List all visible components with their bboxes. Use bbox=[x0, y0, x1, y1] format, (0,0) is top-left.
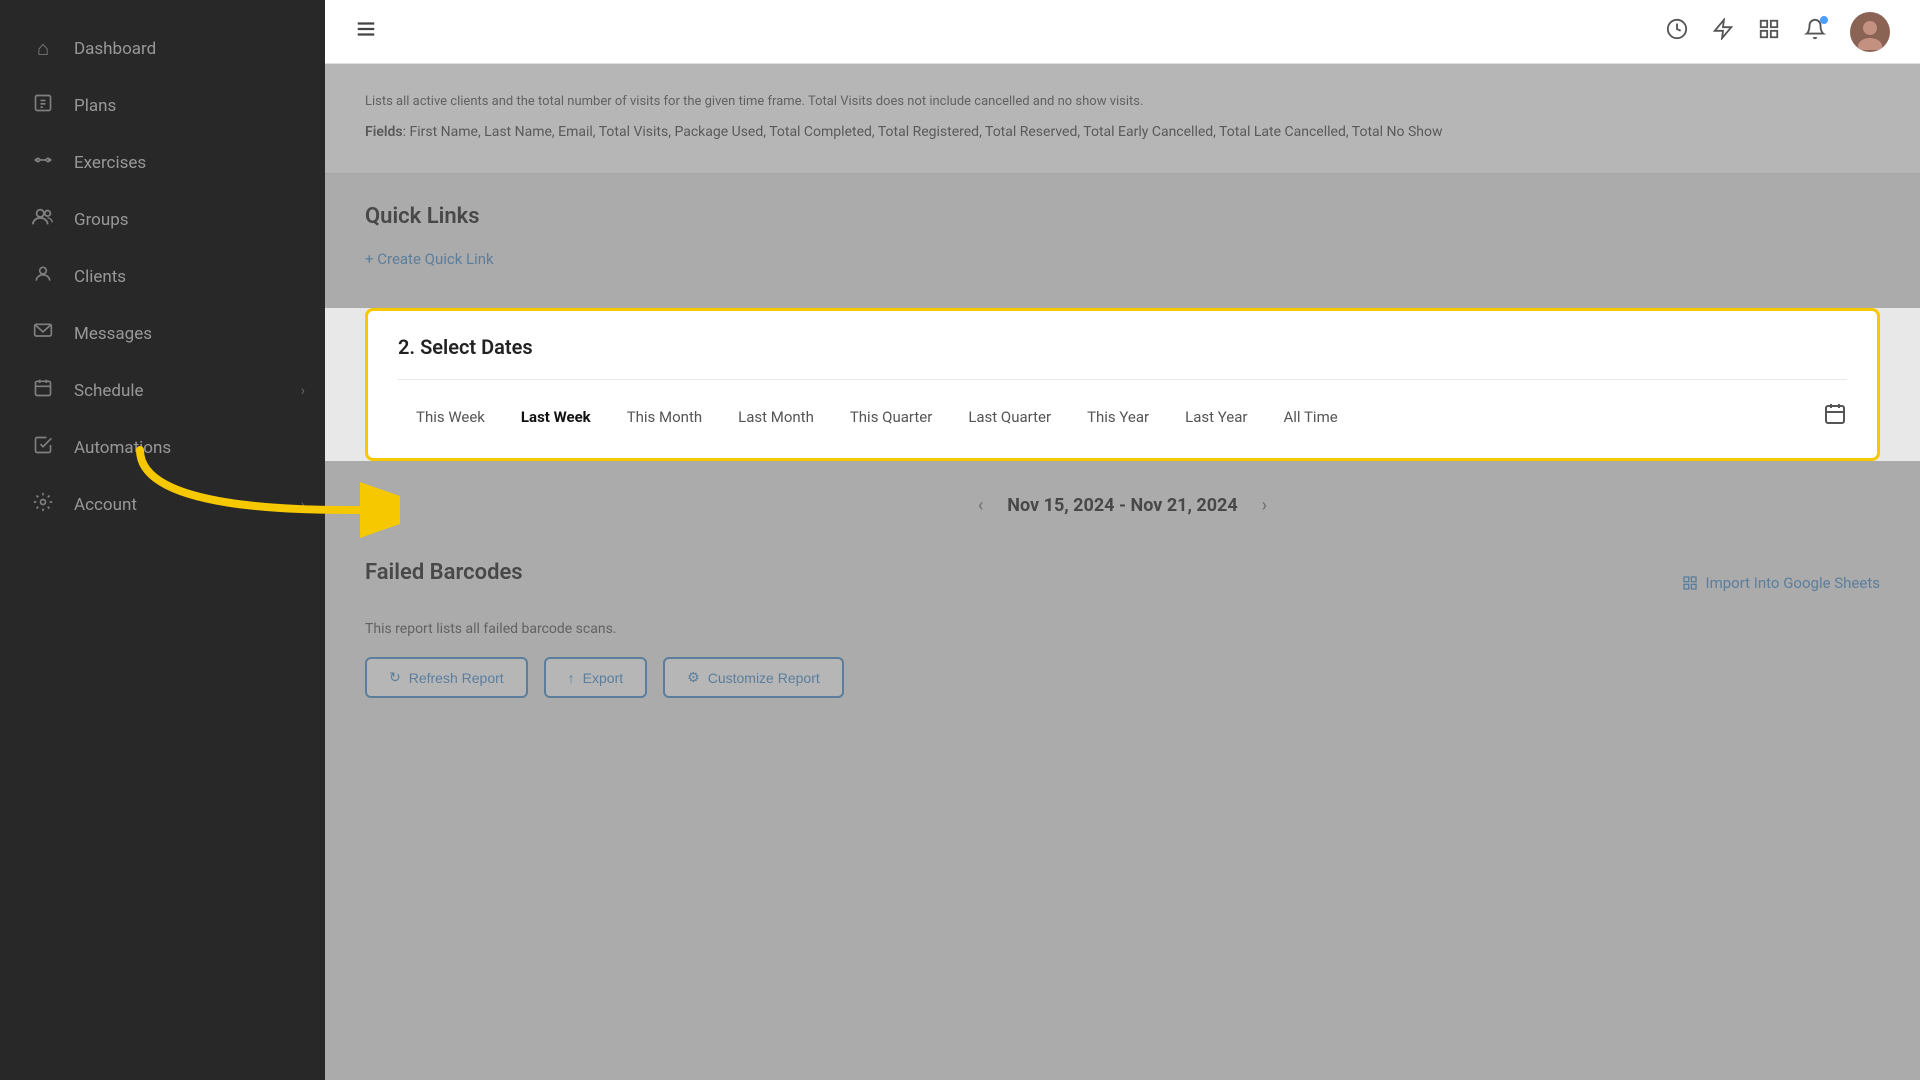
calendar-icon[interactable] bbox=[1823, 402, 1847, 432]
sidebar-item-messages[interactable]: Messages bbox=[0, 305, 325, 362]
sidebar-label-dashboard: Dashboard bbox=[74, 39, 156, 59]
date-option-all-time[interactable]: All Time bbox=[1265, 400, 1355, 434]
plans-icon bbox=[30, 93, 56, 118]
topbar bbox=[325, 0, 1920, 64]
sidebar-label-groups: Groups bbox=[74, 210, 129, 230]
date-option-last-year[interactable]: Last Year bbox=[1167, 400, 1265, 434]
exercises-icon bbox=[30, 150, 56, 175]
refresh-report-button[interactable]: ↻ Refresh Report bbox=[365, 657, 528, 698]
import-google-sheets-button[interactable]: Import Into Google Sheets bbox=[1682, 574, 1881, 592]
sidebar-label-automations: Automations bbox=[74, 438, 171, 458]
quick-links-section: Quick Links + Create Quick Link bbox=[325, 174, 1920, 288]
export-button[interactable]: ↑ Export bbox=[544, 657, 647, 698]
sidebar-label-clients: Clients bbox=[74, 267, 126, 287]
date-divider bbox=[398, 379, 1847, 380]
home-icon: ⌂ bbox=[30, 36, 56, 61]
history-icon[interactable] bbox=[1666, 18, 1688, 45]
fields-section: Lists all active clients and the total n… bbox=[325, 64, 1920, 174]
sidebar-item-exercises[interactable]: Exercises bbox=[0, 134, 325, 191]
sidebar-item-groups[interactable]: Groups bbox=[0, 191, 325, 248]
lightning-icon[interactable] bbox=[1712, 18, 1734, 45]
account-icon bbox=[30, 492, 56, 517]
failed-barcodes-section: Failed Barcodes Import Into Google Sheet… bbox=[325, 530, 1920, 728]
refresh-icon: ↻ bbox=[389, 669, 401, 686]
sidebar: ⌂ Dashboard Plans Exercises Groups Clien… bbox=[0, 0, 325, 1080]
customize-report-button[interactable]: ⚙ Customize Report bbox=[663, 657, 844, 698]
notification-dot bbox=[1820, 16, 1828, 24]
sidebar-label-plans: Plans bbox=[74, 96, 116, 116]
avatar[interactable] bbox=[1850, 12, 1890, 52]
quick-links-title: Quick Links bbox=[365, 204, 1880, 229]
select-dates-title: 2. Select Dates bbox=[398, 335, 1847, 359]
sidebar-item-clients[interactable]: Clients bbox=[0, 248, 325, 305]
account-arrow-icon: › bbox=[301, 497, 305, 513]
fields-description: Lists all active clients and the total n… bbox=[365, 94, 1880, 109]
failed-barcodes-description: This report lists all failed barcode sca… bbox=[365, 621, 1880, 637]
sidebar-item-plans[interactable]: Plans bbox=[0, 77, 325, 134]
customize-label: Customize Report bbox=[708, 670, 820, 686]
action-buttons: ↻ Refresh Report ↑ Export ⚙ Customize Re… bbox=[365, 657, 1880, 698]
groups-icon bbox=[30, 207, 56, 232]
sidebar-label-exercises: Exercises bbox=[74, 153, 146, 173]
export-label: Export bbox=[583, 670, 623, 686]
sidebar-item-automations[interactable]: Automations bbox=[0, 419, 325, 476]
main-content: Lists all active clients and the total n… bbox=[325, 0, 1920, 1080]
import-label: Import Into Google Sheets bbox=[1706, 574, 1881, 592]
sidebar-item-account[interactable]: Account › bbox=[0, 476, 325, 533]
fields-value: First Name, Last Name, Email, Total Visi… bbox=[409, 124, 1442, 140]
messages-icon bbox=[30, 321, 56, 346]
select-dates-card: 2. Select Dates This Week Last Week This… bbox=[365, 308, 1880, 461]
sidebar-item-dashboard[interactable]: ⌂ Dashboard bbox=[0, 20, 325, 77]
failed-barcodes-title: Failed Barcodes bbox=[365, 560, 523, 585]
sidebar-item-schedule[interactable]: Schedule › bbox=[0, 362, 325, 419]
failed-barcodes-header: Failed Barcodes Import Into Google Sheet… bbox=[365, 560, 1880, 605]
refresh-label: Refresh Report bbox=[409, 670, 504, 686]
schedule-icon bbox=[30, 378, 56, 403]
date-option-this-month[interactable]: This Month bbox=[609, 400, 720, 434]
date-option-last-month[interactable]: Last Month bbox=[720, 400, 832, 434]
customize-icon: ⚙ bbox=[687, 669, 700, 686]
sidebar-label-account: Account bbox=[74, 495, 137, 515]
content-area: Lists all active clients and the total n… bbox=[325, 64, 1920, 1080]
sidebar-label-messages: Messages bbox=[74, 324, 152, 344]
date-range-text: Nov 15, 2024 - Nov 21, 2024 bbox=[1007, 495, 1237, 516]
sidebar-label-schedule: Schedule bbox=[74, 381, 143, 401]
date-option-last-quarter[interactable]: Last Quarter bbox=[950, 400, 1069, 434]
date-option-last-week[interactable]: Last Week bbox=[503, 400, 609, 434]
hamburger-icon[interactable] bbox=[355, 18, 377, 46]
export-icon: ↑ bbox=[568, 670, 575, 686]
fields-label: Fields bbox=[365, 124, 403, 140]
date-option-this-week[interactable]: This Week bbox=[398, 400, 503, 434]
bell-icon[interactable] bbox=[1804, 18, 1826, 45]
fields-text: Fields: First Name, Last Name, Email, To… bbox=[365, 121, 1880, 143]
create-quick-link-button[interactable]: + Create Quick Link bbox=[365, 250, 494, 268]
date-range-row: ‹ Nov 15, 2024 - Nov 21, 2024 › bbox=[365, 481, 1880, 530]
date-option-this-quarter[interactable]: This Quarter bbox=[832, 400, 950, 434]
date-next-button[interactable]: › bbox=[1254, 491, 1275, 520]
clients-icon bbox=[30, 264, 56, 289]
date-prev-button[interactable]: ‹ bbox=[970, 491, 991, 520]
schedule-arrow-icon: › bbox=[301, 383, 305, 399]
grid-icon[interactable] bbox=[1758, 18, 1780, 45]
automations-icon bbox=[30, 435, 56, 460]
date-option-this-year[interactable]: This Year bbox=[1069, 400, 1167, 434]
date-options-row: This Week Last Week This Month Last Mont… bbox=[398, 400, 1847, 434]
